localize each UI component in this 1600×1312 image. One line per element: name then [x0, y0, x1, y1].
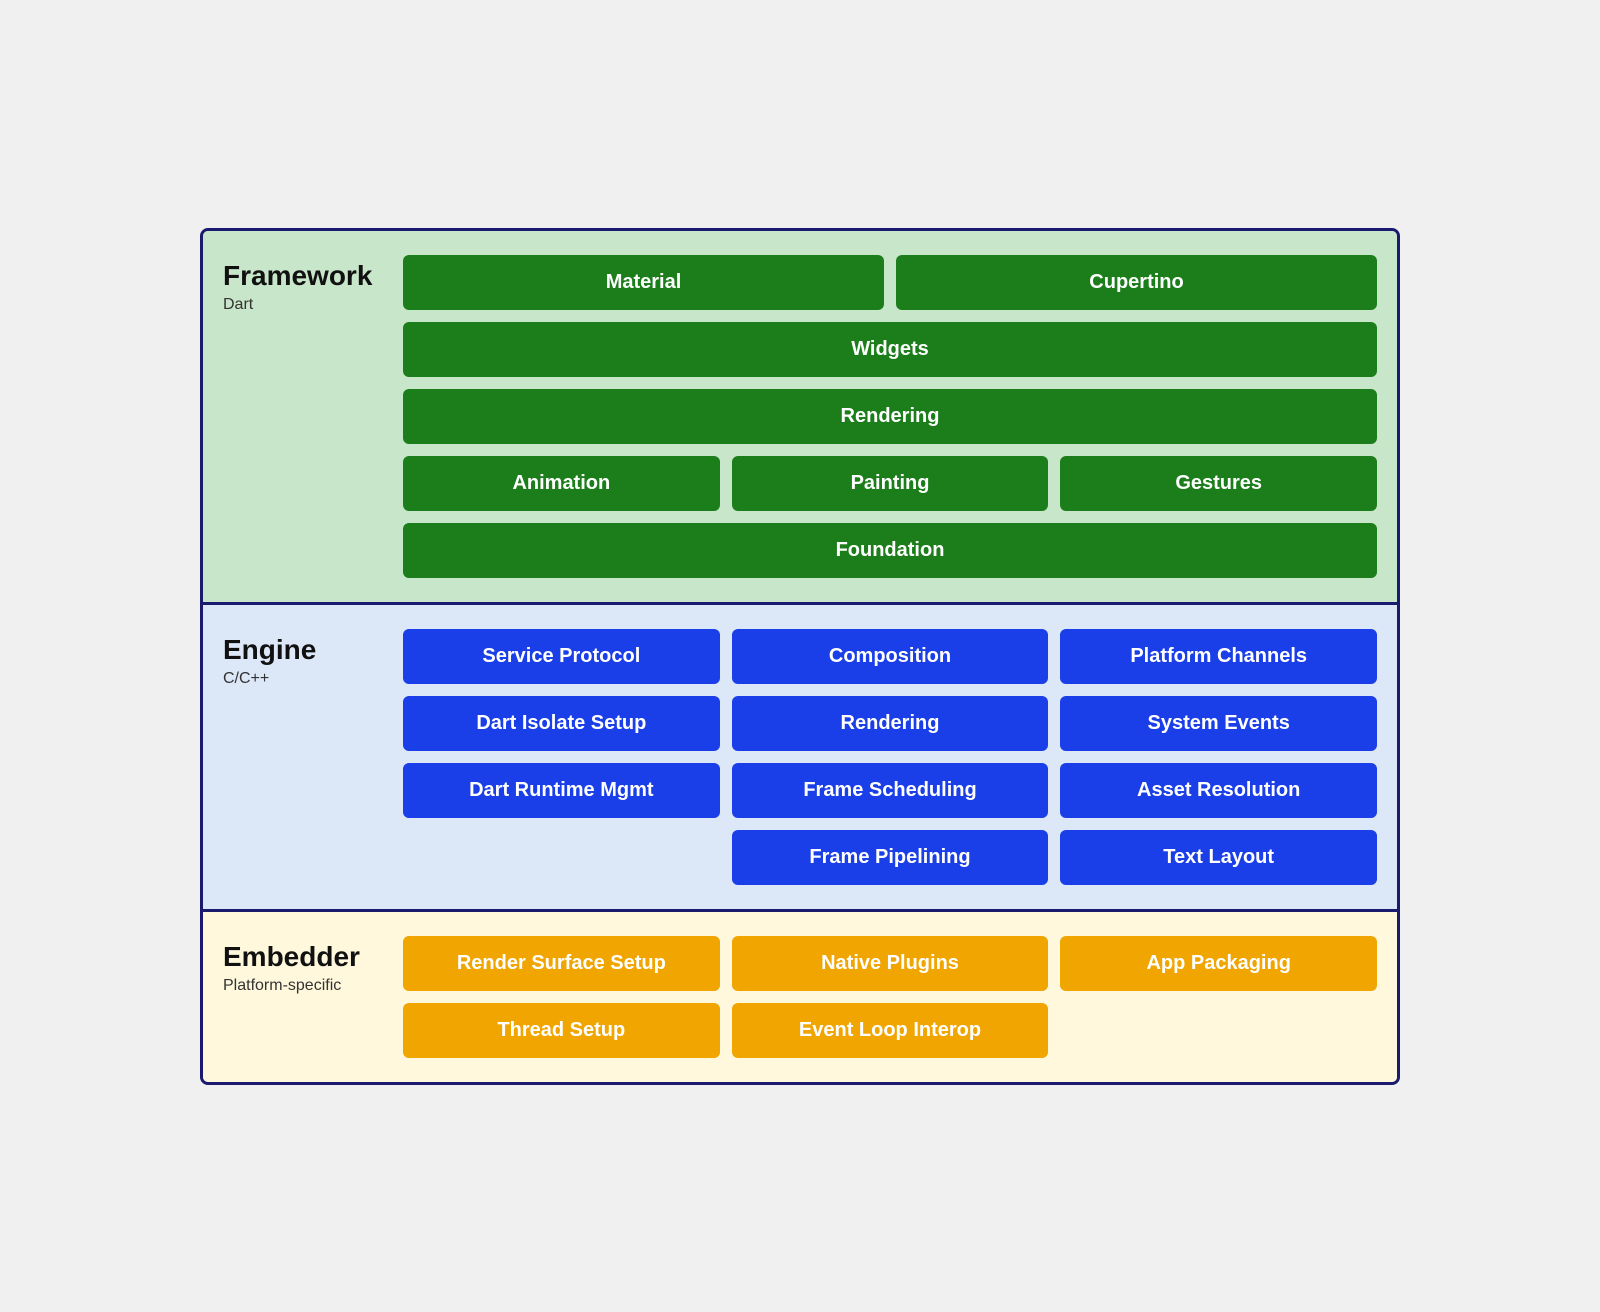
embedder-row-1: Render Surface Setup Native Plugins App …	[403, 936, 1377, 991]
dart-isolate-setup-chip: Dart Isolate Setup	[403, 696, 720, 751]
app-packaging-chip: App Packaging	[1060, 936, 1377, 991]
engine-empty-chip	[403, 830, 720, 885]
engine-row-4: Frame Pipelining Text Layout	[403, 830, 1377, 885]
event-loop-interop-chip: Event Loop Interop	[732, 1003, 1049, 1058]
render-surface-setup-chip: Render Surface Setup	[403, 936, 720, 991]
engine-layer: Engine C/C++ Service Protocol Compositio…	[203, 605, 1397, 912]
engine-subtitle: C/C++	[223, 670, 383, 688]
framework-title: Framework	[223, 259, 383, 293]
framework-row-3: Rendering	[403, 389, 1377, 444]
native-plugins-chip: Native Plugins	[732, 936, 1049, 991]
embedder-empty-chip	[1060, 1003, 1377, 1058]
composition-chip: Composition	[732, 629, 1049, 684]
dart-runtime-mgmt-chip: Dart Runtime Mgmt	[403, 763, 720, 818]
embedder-title: Embedder	[223, 940, 383, 974]
framework-rendering-chip: Rendering	[403, 389, 1377, 444]
embedder-subtitle: Platform-specific	[223, 977, 383, 995]
framework-row-5: Foundation	[403, 523, 1377, 578]
framework-row-1: Material Cupertino	[403, 255, 1377, 310]
framework-layer: Framework Dart Material Cupertino Widget…	[203, 231, 1397, 605]
engine-row-1: Service Protocol Composition Platform Ch…	[403, 629, 1377, 684]
cupertino-chip: Cupertino	[896, 255, 1377, 310]
framework-subtitle: Dart	[223, 296, 383, 314]
engine-row-3: Dart Runtime Mgmt Frame Scheduling Asset…	[403, 763, 1377, 818]
service-protocol-chip: Service Protocol	[403, 629, 720, 684]
embedder-content: Render Surface Setup Native Plugins App …	[403, 936, 1377, 1058]
embedder-row-2: Thread Setup Event Loop Interop	[403, 1003, 1377, 1058]
platform-channels-chip: Platform Channels	[1060, 629, 1377, 684]
engine-label: Engine C/C++	[223, 629, 383, 689]
gestures-chip: Gestures	[1060, 456, 1377, 511]
material-chip: Material	[403, 255, 884, 310]
embedder-layer: Embedder Platform-specific Render Surfac…	[203, 912, 1397, 1082]
engine-rendering-chip: Rendering	[732, 696, 1049, 751]
framework-content: Material Cupertino Widgets Rendering Ani…	[403, 255, 1377, 578]
asset-resolution-chip: Asset Resolution	[1060, 763, 1377, 818]
foundation-chip: Foundation	[403, 523, 1377, 578]
thread-setup-chip: Thread Setup	[403, 1003, 720, 1058]
painting-chip: Painting	[732, 456, 1049, 511]
system-events-chip: System Events	[1060, 696, 1377, 751]
flutter-architecture-diagram: Framework Dart Material Cupertino Widget…	[200, 228, 1400, 1085]
framework-label: Framework Dart	[223, 255, 383, 315]
framework-row-4: Animation Painting Gestures	[403, 456, 1377, 511]
engine-content: Service Protocol Composition Platform Ch…	[403, 629, 1377, 885]
engine-row-2: Dart Isolate Setup Rendering System Even…	[403, 696, 1377, 751]
text-layout-chip: Text Layout	[1060, 830, 1377, 885]
animation-chip: Animation	[403, 456, 720, 511]
engine-title: Engine	[223, 633, 383, 667]
frame-scheduling-chip: Frame Scheduling	[732, 763, 1049, 818]
embedder-label: Embedder Platform-specific	[223, 936, 383, 996]
frame-pipelining-chip: Frame Pipelining	[732, 830, 1049, 885]
widgets-chip: Widgets	[403, 322, 1377, 377]
framework-row-2: Widgets	[403, 322, 1377, 377]
